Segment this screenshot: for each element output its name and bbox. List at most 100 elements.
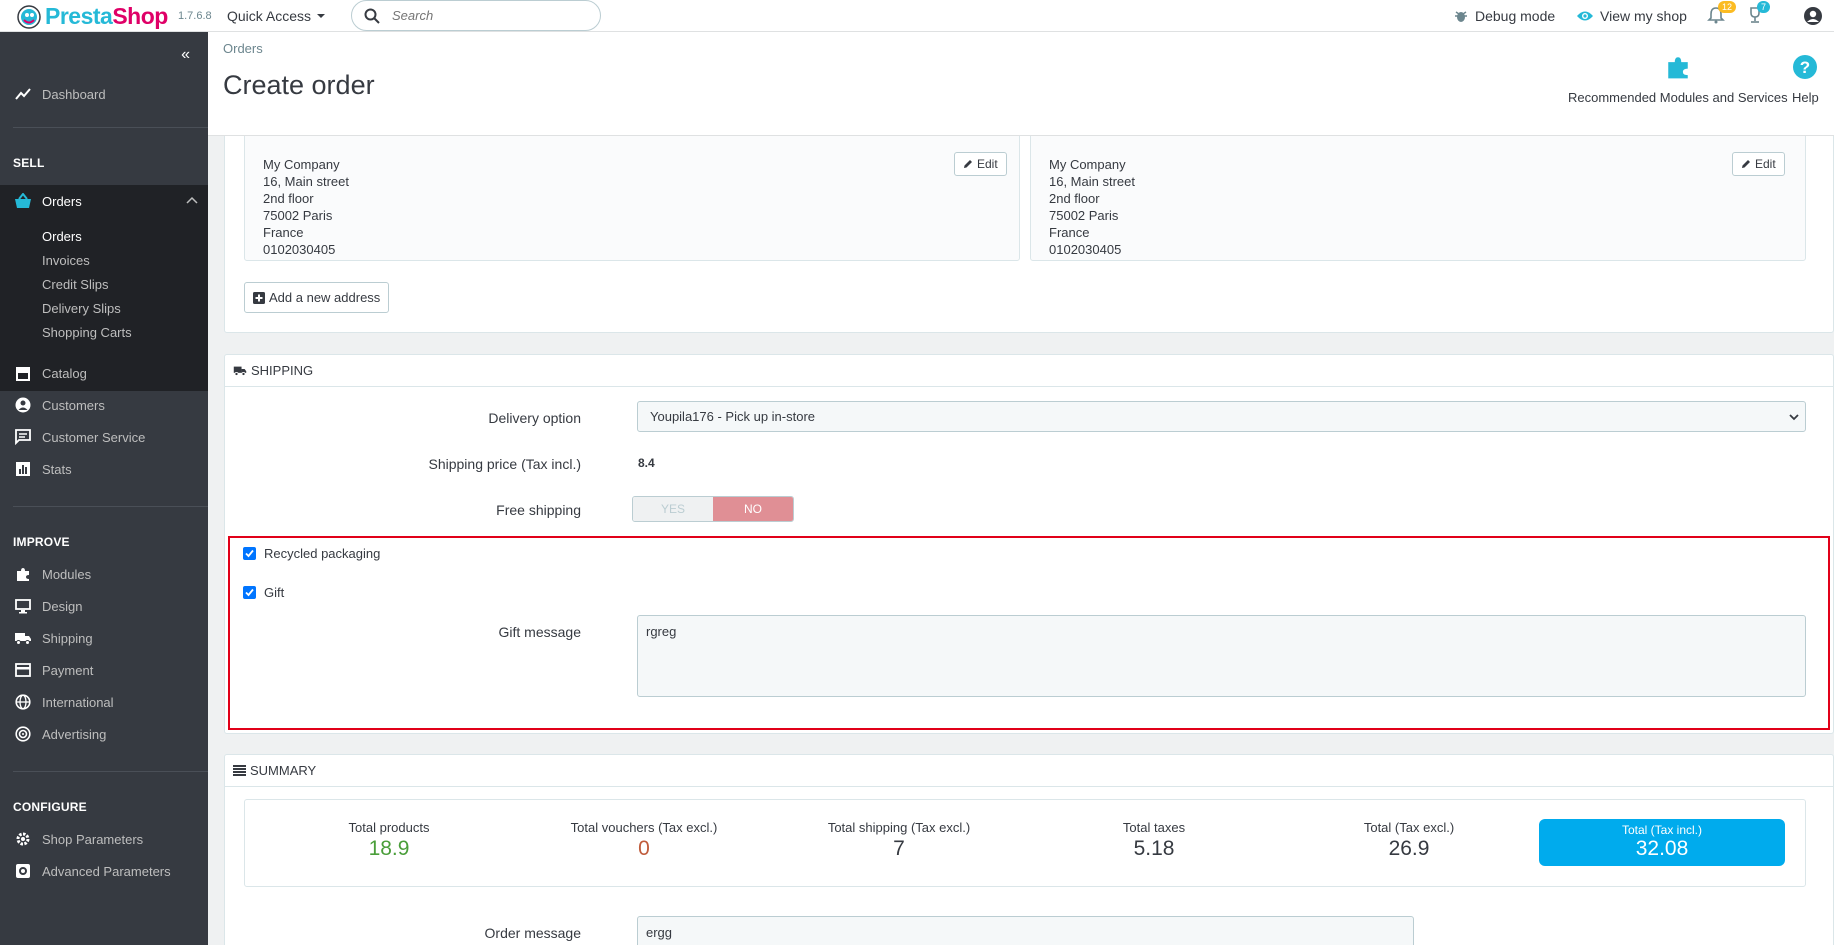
sidebar-item-advertising[interactable]: Advertising — [0, 720, 208, 748]
eye-icon — [1577, 11, 1593, 21]
svg-text:?: ? — [1800, 58, 1810, 77]
sidebar-item-label: Shop Parameters — [42, 831, 144, 847]
search-icon[interactable] — [364, 8, 380, 24]
sidebar-subitem-invoices[interactable]: Invoices — [42, 253, 90, 268]
sidebar-item-international[interactable]: International — [0, 688, 208, 716]
delivery-address-box: Edit My Company 16, Main street 2nd floo… — [244, 136, 1020, 261]
truck-icon — [233, 366, 247, 376]
sidebar-section-improve: IMPROVE — [13, 535, 70, 549]
sidebar-subitem-delivery-slips[interactable]: Delivery Slips — [42, 301, 121, 316]
free-shipping-no[interactable]: NO — [713, 497, 793, 521]
sidebar-item-label: International — [42, 694, 114, 710]
sidebar-item-modules[interactable]: Modules — [0, 560, 208, 588]
search-input[interactable] — [392, 8, 572, 23]
user-menu-button[interactable] — [1803, 6, 1823, 26]
summary-totals: Total products 18.9 Total vouchers (Tax … — [244, 799, 1806, 887]
total-tax-incl: Total (Tax incl.) 32.08 — [1539, 819, 1785, 866]
caret-down-icon — [317, 14, 326, 18]
total-tax-incl-label: Total (Tax incl.) — [1621, 823, 1703, 837]
sidebar-item-design[interactable]: Design — [0, 592, 208, 620]
recommended-modules-label: Recommended Modules and Services — [1568, 90, 1788, 105]
sidebar-item-label: Dashboard — [42, 86, 106, 102]
view-shop-label: View my shop — [1600, 8, 1687, 24]
sidebar-item-dashboard[interactable]: Dashboard — [0, 80, 208, 108]
help-label: Help — [1792, 90, 1819, 105]
sidebar-section-sell: SELL — [13, 156, 45, 170]
chat-icon — [15, 429, 31, 445]
sidebar-item-advanced-parameters[interactable]: Advanced Parameters — [0, 857, 208, 885]
total-shipping-value: 7 — [893, 837, 905, 860]
sidebar-divider — [13, 506, 208, 507]
address-line: 2nd floor — [1049, 191, 1100, 206]
sidebar-item-stats[interactable]: Stats — [0, 455, 208, 483]
notifications-button[interactable]: 12 — [1707, 1, 1737, 24]
total-vouchers: Total vouchers (Tax excl.) 0 — [544, 820, 744, 861]
quick-access-dropdown[interactable]: Quick Access — [227, 8, 326, 24]
logo-text: PrestaShop — [45, 3, 168, 30]
store-icon — [16, 367, 30, 381]
main-content: Edit My Company 16, Main street 2nd floo… — [208, 136, 1834, 945]
delivery-option-label: Delivery option — [488, 410, 581, 426]
shipping-price-value: 8.4 — [638, 456, 655, 470]
achievements-button[interactable]: 7 — [1746, 1, 1771, 24]
total-taxes: Total taxes 5.18 — [1054, 820, 1254, 861]
shipping-price-label: Shipping price (Tax incl.) — [428, 456, 581, 472]
puzzle-icon — [1668, 57, 1688, 79]
user-icon — [1804, 7, 1822, 25]
delivery-option-select[interactable]: Youpila176 - Pick up in-store — [637, 401, 1806, 432]
basket-icon — [15, 193, 31, 208]
total-products-value: 18.9 — [368, 837, 410, 860]
prestashop-logo[interactable]: PrestaShop — [17, 3, 168, 30]
breadcrumb[interactable]: Orders — [223, 41, 263, 56]
sidebar-item-label: Advanced Parameters — [42, 863, 171, 879]
address-line: 75002 Paris — [263, 208, 333, 223]
sidebar-item-customer-service[interactable]: Customer Service — [0, 423, 208, 451]
total-products-label: Total products — [348, 820, 430, 835]
sidebar-item-label: Customers — [42, 397, 105, 413]
sidebar-item-orders[interactable]: Orders — [0, 185, 208, 217]
recommended-modules-button[interactable]: Recommended Modules and Services — [1568, 54, 1788, 105]
edit-address-button[interactable]: Edit — [954, 152, 1007, 176]
sidebar-item-shipping[interactable]: Shipping — [0, 624, 208, 652]
gear-icon — [16, 832, 30, 846]
target-icon — [15, 726, 31, 742]
sidebar-item-catalog[interactable]: Catalog — [0, 359, 208, 387]
summary-card: SUMMARY Total products 18.9 Total vouche… — [224, 754, 1834, 945]
sidebar-item-customers[interactable]: Customers — [0, 391, 208, 419]
sidebar-item-label: Advertising — [42, 726, 107, 742]
add-address-button[interactable]: Add a new address — [244, 282, 390, 313]
invoice-address-box: Edit My Company 16, Main street 2nd floo… — [1030, 136, 1806, 261]
bug-icon — [1455, 11, 1467, 22]
free-shipping-yes[interactable]: YES — [633, 497, 713, 521]
total-tax-excl-label: Total (Tax excl.) — [1363, 820, 1455, 835]
sidebar-subitem-orders[interactable]: Orders — [42, 229, 82, 244]
address-line: France — [263, 225, 304, 240]
edit-label: Edit — [1755, 157, 1776, 171]
search-box[interactable] — [351, 0, 601, 31]
sidebar-subitem-credit-slips[interactable]: Credit Slips — [42, 277, 108, 292]
address-line: 16, Main street — [263, 174, 349, 189]
logo-text-presta: Presta — [45, 3, 113, 29]
prestashop-logo-icon — [17, 4, 41, 29]
addresses-card: Edit My Company 16, Main street 2nd floo… — [224, 136, 1834, 333]
sidebar-item-payment[interactable]: Payment — [0, 656, 208, 684]
view-shop-link[interactable]: View my shop — [1576, 0, 1687, 32]
order-message-textarea[interactable]: ergg — [637, 916, 1414, 945]
total-shipping: Total shipping (Tax excl.) 7 — [799, 820, 999, 861]
address-line: 75002 Paris — [1049, 208, 1119, 223]
shipping-title: SHIPPING — [251, 363, 314, 378]
edit-address-button[interactable]: Edit — [1732, 152, 1785, 176]
sidebar-item-shop-parameters[interactable]: Shop Parameters — [0, 825, 208, 853]
debug-mode-link[interactable]: Debug mode — [1453, 0, 1555, 32]
help-button[interactable]: ? Help — [1792, 54, 1819, 105]
highlight-frame — [228, 536, 1830, 730]
order-message-label: Order message — [484, 925, 581, 941]
total-vouchers-label: Total vouchers (Tax excl.) — [570, 820, 718, 835]
total-tax-excl: Total (Tax excl.) 26.9 — [1309, 820, 1509, 861]
delivery-option-value: Youpila176 - Pick up in-store — [650, 409, 816, 424]
free-shipping-switch[interactable]: YES NO — [632, 496, 794, 522]
collapse-sidebar-icon[interactable]: « — [181, 46, 190, 64]
page-title: Create order — [223, 70, 375, 100]
sidebar-divider — [13, 127, 208, 128]
sidebar-subitem-shopping-carts[interactable]: Shopping Carts — [42, 325, 132, 340]
